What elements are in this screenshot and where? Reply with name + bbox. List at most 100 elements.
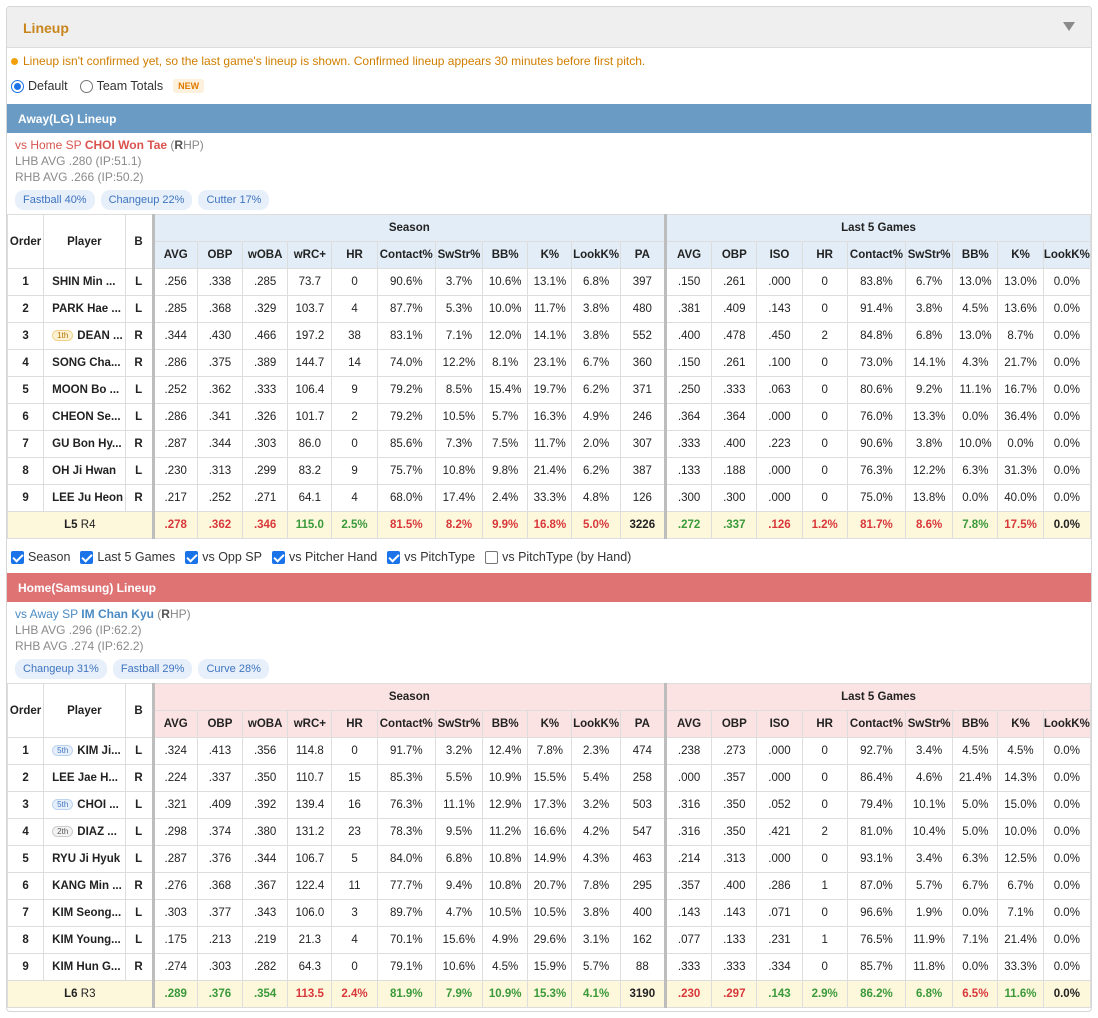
player-name-cell[interactable]: 2th DIAZ ... [43, 818, 126, 846]
last5-stat-cell: 0.0% [1042, 737, 1091, 765]
player-name[interactable]: PARK Hae ... [52, 303, 121, 315]
player-name[interactable]: CHOI ... [77, 799, 119, 811]
last5-col-header[interactable]: K% [997, 241, 1044, 269]
away-sp-name[interactable]: CHOI Won Tae [85, 138, 167, 152]
player-name[interactable]: CHEON Se... [52, 411, 120, 423]
player-name[interactable]: KIM Hun G... [52, 961, 120, 973]
panel-header[interactable]: Lineup [7, 7, 1091, 48]
player-name[interactable]: DIAZ ... [77, 826, 117, 838]
player-name-cell[interactable]: KIM Hun G... [43, 953, 126, 981]
player-name[interactable]: RYU Ji Hyuk [52, 853, 120, 865]
player-name-cell[interactable]: OH Ji Hwan [43, 457, 126, 485]
season-col-header[interactable]: PA [619, 710, 666, 738]
player-name[interactable]: KANG Min ... [52, 880, 122, 892]
bat-hand: R [124, 872, 154, 900]
last5-col-header[interactable]: SwStr% [905, 241, 954, 269]
season-col-header[interactable]: K% [527, 710, 573, 738]
checkbox-box[interactable] [271, 550, 285, 564]
radio-default[interactable]: Default [11, 79, 68, 93]
player-name-cell[interactable]: GU Bon Hy... [43, 430, 126, 458]
player-name[interactable]: KIM Young... [52, 934, 121, 946]
last5-col-header[interactable]: LookK% [1042, 241, 1091, 269]
player-name-cell[interactable]: CHEON Se... [43, 403, 126, 431]
last5-col-header[interactable]: OBP [711, 241, 758, 269]
player-name[interactable]: LEE Jae H... [52, 772, 118, 784]
home-sp-name[interactable]: IM Chan Kyu [81, 607, 154, 621]
player-name[interactable]: OH Ji Hwan [52, 465, 116, 477]
player-name-cell[interactable]: SONG Cha... [43, 349, 126, 377]
last5-col-header[interactable]: ISO [756, 241, 803, 269]
radio-team-totals[interactable]: Team Totals [79, 79, 163, 93]
player-name-cell[interactable]: SHIN Min ... [43, 268, 126, 296]
checkbox-box[interactable] [485, 550, 499, 564]
filter-checkbox[interactable]: vs Opp SP [185, 550, 262, 564]
last5-col-header[interactable]: HR [801, 710, 848, 738]
last5-col-header[interactable]: OBP [711, 710, 758, 738]
collapse-arrow-icon[interactable] [1063, 22, 1075, 31]
player-name-cell[interactable]: MOON Bo ... [43, 376, 126, 404]
last5-col-header[interactable]: HR [801, 241, 848, 269]
filter-checkbox[interactable]: vs Pitcher Hand [271, 550, 377, 564]
player-name-cell[interactable]: LEE Ju Heon [43, 484, 126, 512]
last5-col-header[interactable]: BB% [952, 241, 999, 269]
last5-col-header[interactable]: Contact% [846, 710, 907, 738]
player-name[interactable]: SHIN Min ... [52, 276, 115, 288]
player-name-cell[interactable]: KANG Min ... [43, 872, 126, 900]
season-col-header[interactable]: LookK% [571, 710, 621, 738]
last5-col-header[interactable]: SwStr% [905, 710, 954, 738]
player-name-cell[interactable]: 5th CHOI ... [43, 791, 126, 819]
last5-col-header[interactable]: LookK% [1042, 710, 1091, 738]
radio-default-circle[interactable] [11, 79, 24, 93]
filter-checkbox[interactable]: Season [11, 550, 70, 564]
radio-team-totals-circle[interactable] [79, 79, 93, 93]
last5-col-header[interactable]: Contact% [846, 241, 907, 269]
last5-col-header[interactable]: AVG [663, 710, 713, 738]
season-col-header[interactable]: K% [527, 241, 573, 269]
season-col-header[interactable]: wOBA [242, 241, 289, 269]
checkbox-box[interactable] [80, 550, 94, 564]
player-name[interactable]: MOON Bo ... [52, 384, 119, 396]
last5-col-header[interactable]: K% [997, 710, 1044, 738]
checkbox-box[interactable] [11, 550, 24, 564]
checkbox-box[interactable] [387, 550, 401, 564]
season-col-header[interactable]: PA [619, 241, 666, 269]
last5-col-header[interactable]: AVG [663, 241, 713, 269]
season-col-header[interactable]: BB% [482, 241, 529, 269]
player-name-cell[interactable]: PARK Hae ... [43, 295, 126, 323]
season-col-header[interactable]: SwStr% [434, 241, 484, 269]
last5-col-header[interactable]: ISO [756, 710, 803, 738]
season-col-header[interactable]: Contact% [376, 241, 436, 269]
season-col-header[interactable]: AVG [151, 241, 198, 269]
player-name[interactable]: DEAN ... [77, 330, 122, 342]
season-col-header[interactable]: Contact% [376, 710, 436, 738]
season-col-header[interactable]: HR [331, 241, 378, 269]
player-name-cell[interactable]: 5th KIM Ji... [43, 737, 126, 765]
season-col-header[interactable]: OBP [196, 241, 244, 269]
season-col-header[interactable]: AVG [151, 710, 198, 738]
last5-col-header[interactable]: BB% [952, 710, 999, 738]
season-col-header[interactable]: LookK% [571, 241, 621, 269]
season-col-header[interactable]: wRC+ [287, 241, 333, 269]
checkbox-box[interactable] [185, 550, 199, 564]
season-col-header[interactable]: wRC+ [287, 710, 333, 738]
season-col-header[interactable]: SwStr% [434, 710, 484, 738]
season-col-header[interactable]: OBP [196, 710, 244, 738]
player-name[interactable]: SONG Cha... [52, 357, 120, 369]
player-name-cell[interactable]: LEE Jae H... [43, 764, 126, 792]
season-col-header[interactable]: wOBA [242, 710, 289, 738]
season-col-header[interactable]: HR [331, 710, 378, 738]
filter-checkbox[interactable]: vs PitchType [387, 550, 475, 564]
filter-checkbox[interactable]: Last 5 Games [80, 550, 175, 564]
player-name-cell[interactable]: RYU Ji Hyuk [43, 845, 126, 873]
player-name-cell[interactable]: KIM Young... [43, 926, 126, 954]
season-stat-cell: 7.3% [434, 430, 484, 458]
filter-checkbox[interactable]: vs PitchType (by Hand) [485, 550, 631, 564]
player-name[interactable]: KIM Seong... [52, 907, 121, 919]
last5-stat-cell: 0.0% [1042, 430, 1091, 458]
player-name[interactable]: KIM Ji... [77, 745, 120, 757]
player-name[interactable]: GU Bon Hy... [52, 438, 121, 450]
player-name-cell[interactable]: KIM Seong... [43, 899, 126, 927]
player-name[interactable]: LEE Ju Heon [52, 492, 123, 504]
season-col-header[interactable]: BB% [482, 710, 529, 738]
player-name-cell[interactable]: 1th DEAN ... [43, 322, 126, 350]
